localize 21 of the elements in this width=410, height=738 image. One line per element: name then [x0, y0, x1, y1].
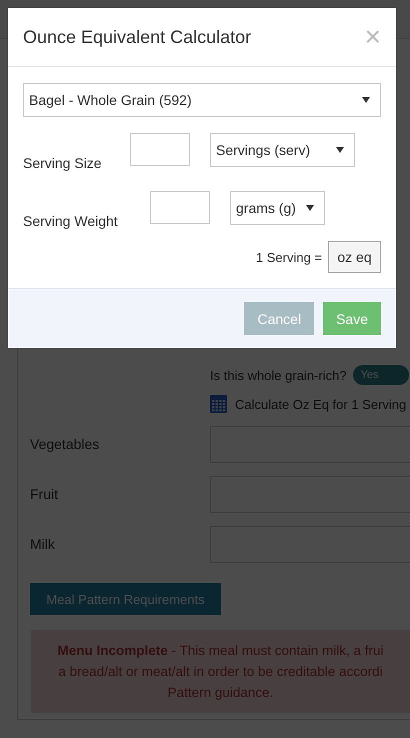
- result-label: 1 Serving =: [256, 250, 322, 264]
- caret-icon: [306, 205, 314, 211]
- save-button[interactable]: Save: [323, 302, 381, 335]
- dialog-title: Ounce Equivalent Calculator: [23, 26, 252, 48]
- food-select[interactable]: Bagel - Whole Grain (592): [23, 83, 381, 117]
- row-label: Serving Size: [23, 155, 103, 171]
- number-field[interactable]: [150, 191, 210, 224]
- caret-icon: [362, 97, 370, 103]
- number-field[interactable]: [130, 133, 190, 166]
- unit-select[interactable]: grams (g): [230, 191, 325, 225]
- cancel-button[interactable]: Cancel: [244, 302, 314, 335]
- component-label: Vegetables: [30, 436, 100, 452]
- row-label: Serving Weight: [23, 213, 119, 229]
- question-text: Is this whole grain-rich?: [210, 368, 347, 382]
- calculate-link[interactable]: Calculate Oz Eq for 1 Serving: [235, 396, 406, 412]
- component-label: Fruit: [30, 486, 59, 502]
- result-field[interactable]: oz eq: [328, 241, 381, 273]
- component-label: Milk: [30, 536, 56, 552]
- caret-icon: [336, 147, 344, 153]
- close-button[interactable]: ×: [364, 21, 381, 53]
- unit-select[interactable]: Servings (serv): [210, 133, 355, 167]
